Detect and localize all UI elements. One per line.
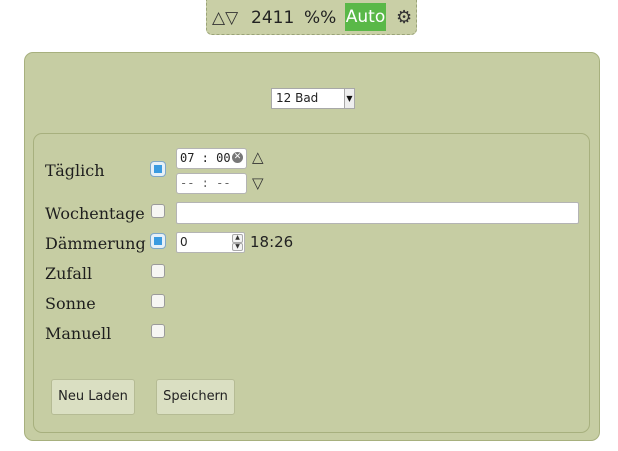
clear-icon[interactable]: ✕ [232,152,243,163]
daily-checkbox[interactable] [151,162,165,176]
random-checkbox[interactable] [151,264,165,278]
percent-toggle[interactable]: %% [304,8,336,28]
spin-down-icon[interactable]: ▼ [232,242,243,251]
counter-value: 2411 [251,8,295,28]
weekdays-label: Wochentage [45,204,145,223]
dusk-checkbox[interactable] [151,234,165,248]
daily-end-time-value: -- : -- [180,176,231,190]
down-arrow-icon[interactable]: ▽ [252,174,264,192]
daily-start-time-value: 07 : 00 [180,151,231,165]
dusk-offset-spinner[interactable]: ▲ ▼ [232,234,243,251]
mode-auto-button[interactable]: Auto [345,3,386,31]
dusk-offset-input[interactable]: 0 ▲ ▼ [176,232,245,253]
save-button[interactable]: Speichern [156,379,235,415]
device-select[interactable]: 12 Bad ▼ [271,88,355,109]
daily-label: Täglich [45,161,105,180]
gear-icon[interactable]: ⚙ [396,8,412,28]
dusk-label: Dämmerung [45,234,146,253]
weekdays-checkbox[interactable] [151,204,165,218]
dusk-offset-value: 0 [180,235,188,249]
device-select-value: 12 Bad [276,91,319,105]
sun-label: Sonne [45,294,96,313]
chevron-down-icon: ▼ [344,89,354,108]
dusk-time: 18:26 [250,233,294,251]
weekdays-input[interactable] [176,202,579,224]
timer-form: Täglich 07 : 00 ✕ △ -- : -- ▽ Wochentage… [33,133,590,433]
manual-checkbox[interactable] [151,324,165,338]
manual-label: Manuell [45,324,112,343]
reload-button[interactable]: Neu Laden [51,379,135,415]
schedule-panel: 12 Bad ▼ Täglich 07 : 00 ✕ △ -- : -- ▽ W… [24,52,600,441]
random-label: Zufall [45,264,93,283]
status-bar: △▽ 2411 %% Auto ⚙ [206,0,417,35]
up-arrow-icon[interactable]: △ [252,148,264,166]
sun-checkbox[interactable] [151,294,165,308]
daily-start-time-input[interactable]: 07 : 00 ✕ [176,148,247,169]
daily-end-time-input[interactable]: -- : -- [176,173,247,194]
spin-up-icon[interactable]: ▲ [232,234,243,243]
sort-arrows-icon[interactable]: △▽ [212,8,238,28]
